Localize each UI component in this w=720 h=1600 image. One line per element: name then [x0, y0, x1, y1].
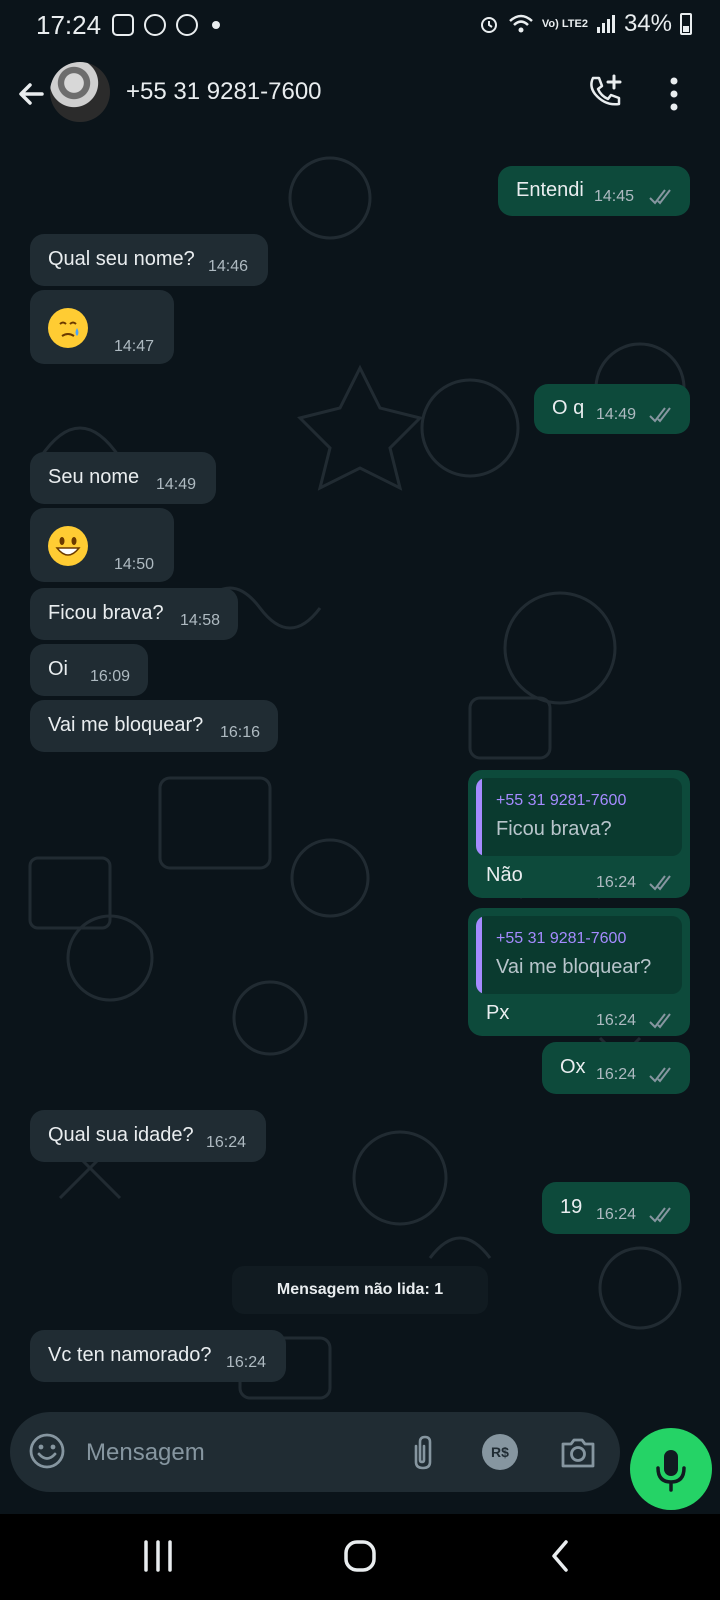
message-incoming[interactable]: Vai me bloquear? 16:16 [30, 700, 278, 752]
message-time: 16:24 [596, 1012, 637, 1029]
alarm-icon [480, 17, 497, 33]
message-time: 16:16 [220, 724, 261, 741]
message-outgoing-reply[interactable]: +55 31 9281-7600 Vai me bloquear? Px 16:… [468, 908, 690, 1036]
message-composer: R$ [10, 1412, 620, 1492]
payment-button[interactable]: R$ [482, 1434, 518, 1470]
message-time: 14:58 [180, 612, 221, 629]
microphone-icon [656, 1450, 686, 1492]
double-check-icon [649, 1067, 671, 1083]
message-incoming[interactable]: Vc ten namorado? 16:24 [30, 1330, 286, 1382]
message-incoming[interactable]: 14:47 [30, 290, 174, 364]
message-input[interactable] [84, 1434, 388, 1472]
message-text: Px [486, 1002, 510, 1024]
message-time: 14:45 [594, 188, 635, 205]
more-notifications-dot-icon [212, 21, 220, 29]
camera-icon[interactable] [558, 1432, 598, 1472]
message-incoming[interactable]: Qual sua idade? 16:24 [30, 1110, 266, 1162]
message-time: 14:49 [596, 406, 637, 423]
quote-author: +55 31 9281-7600 [496, 792, 627, 809]
message-text: Não [486, 864, 523, 886]
attach-icon[interactable] [406, 1432, 440, 1472]
message-text: Vai me bloquear? [48, 714, 204, 736]
double-check-icon [649, 875, 671, 891]
notification-icons [112, 14, 220, 36]
quoted-message[interactable]: +55 31 9281-7600 Vai me bloquear? [476, 916, 682, 994]
quote-bar [476, 916, 482, 994]
message-time: 16:24 [596, 1066, 637, 1083]
message-time: 14:49 [156, 476, 197, 493]
quoted-message[interactable]: +55 31 9281-7600 Ficou brava? [476, 778, 682, 856]
double-check-icon [649, 189, 671, 205]
message-outgoing[interactable]: Ox 16:24 [542, 1042, 690, 1094]
status-right: Vo) LTE2 34% [478, 10, 692, 38]
message-text: Ficou brava? [48, 602, 164, 624]
message-incoming[interactable]: Ficou brava? 14:58 [30, 588, 238, 640]
contact-name[interactable]: +55 31 9281-7600 [126, 78, 322, 106]
double-check-icon [649, 407, 671, 423]
message-text: 19 [560, 1196, 583, 1218]
grinning-face-icon [48, 526, 88, 566]
message-text: Qual sua idade? [48, 1124, 194, 1146]
message-time: 16:24 [596, 874, 637, 891]
message-time: 16:09 [90, 668, 131, 685]
wifi-icon [509, 14, 533, 33]
message-outgoing-reply[interactable]: +55 31 9281-7600 Ficou brava? Não 16:24 [468, 770, 690, 898]
unread-messages-divider: Mensagem não lida: 1 [232, 1266, 488, 1314]
add-call-icon[interactable] [585, 72, 625, 112]
message-text: O q [552, 397, 585, 419]
message-incoming[interactable]: Qual seu nome? 14:46 [30, 234, 268, 286]
quote-author: +55 31 9281-7600 [496, 930, 627, 947]
tiktok-icon [144, 14, 166, 36]
status-bar: 17:24 Vo) LTE2 34% [0, 0, 720, 52]
home-icon[interactable] [330, 1534, 390, 1578]
message-text: Oi [48, 658, 68, 680]
battery-icon [680, 13, 692, 35]
network-label: Vo) LTE2 [541, 17, 588, 30]
quote-bar [476, 778, 482, 856]
message-incoming[interactable]: Seu nome 14:49 [30, 452, 216, 504]
more-options-icon[interactable] [664, 76, 684, 112]
emoji-icon[interactable] [28, 1432, 66, 1470]
back-arrow-icon[interactable] [12, 74, 52, 114]
system-nav-bar [0, 1514, 720, 1600]
signal-icon [596, 15, 615, 33]
back-nav-icon[interactable] [530, 1534, 590, 1578]
gallery-icon [112, 14, 134, 36]
message-time: 14:50 [114, 556, 155, 573]
quote-text: Vai me bloquear? [496, 956, 652, 978]
bot-icon [176, 14, 198, 36]
message-text: Vc ten namorado? [48, 1344, 212, 1366]
message-time: 14:47 [114, 338, 155, 355]
voice-record-button[interactable] [630, 1428, 712, 1510]
contact-avatar[interactable] [50, 62, 110, 122]
message-outgoing[interactable]: O q 14:49 [534, 384, 690, 434]
message-outgoing[interactable]: Entendi 14:45 [498, 166, 690, 216]
message-text: Entendi [516, 179, 584, 201]
message-outgoing[interactable]: 19 16:24 [542, 1182, 690, 1234]
message-incoming[interactable]: Oi 16:09 [30, 644, 148, 696]
chat-area[interactable]: Entendi 14:45 Qual seu nome? 14:46 14:47… [0, 138, 720, 1408]
message-text: Ox [560, 1056, 586, 1078]
double-check-icon [649, 1013, 671, 1029]
message-time: 16:24 [226, 1354, 267, 1371]
status-time: 17:24 [36, 10, 102, 40]
recent-apps-icon[interactable] [128, 1534, 188, 1578]
message-text: Qual seu nome? [48, 248, 195, 270]
message-text: Seu nome [48, 466, 140, 488]
message-time: 16:24 [596, 1206, 637, 1223]
message-incoming[interactable]: 14:50 [30, 508, 174, 582]
message-time: 16:24 [206, 1134, 247, 1151]
chat-header: +55 31 9281-7600 [0, 52, 720, 138]
double-check-icon [649, 1207, 671, 1223]
quote-text: Ficou brava? [496, 818, 612, 840]
message-time: 14:46 [208, 258, 249, 275]
battery-percent: 34% [623, 10, 672, 37]
crying-face-icon [48, 308, 88, 348]
